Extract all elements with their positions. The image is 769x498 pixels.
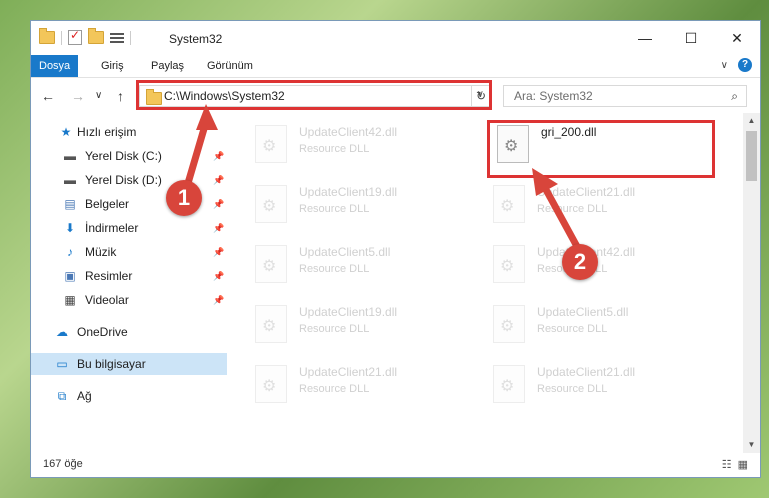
step-1-badge: 1	[166, 180, 202, 216]
arrow-2	[532, 168, 584, 256]
arrow-1	[182, 104, 218, 194]
step-2-badge: 2	[562, 244, 598, 280]
annotation-arrows	[182, 104, 584, 256]
